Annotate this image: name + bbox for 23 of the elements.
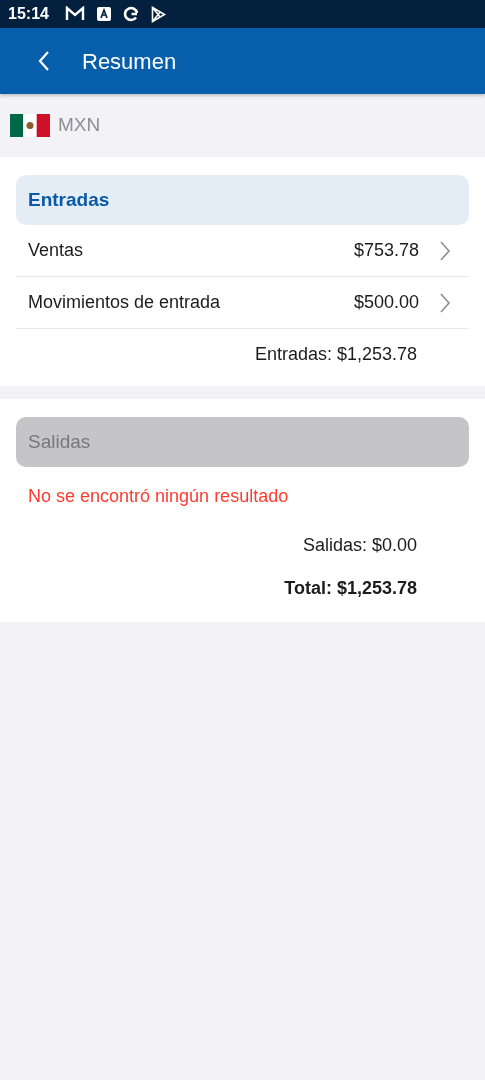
- back-icon[interactable]: [38, 51, 50, 71]
- mail-icon: [64, 6, 85, 22]
- empty-message: No se encontró ningún resultado: [27, 485, 290, 508]
- section-header: Entradas: [16, 175, 469, 225]
- subtotal-text: Entradas: $1,253.78: [253, 343, 418, 366]
- app-icon: [96, 7, 111, 21]
- status-time: 15:14: [8, 4, 49, 24]
- chevron-icon: [439, 292, 451, 313]
- logo-icon: [122, 6, 139, 22]
- subtotal-text: Salidas: $0.00: [301, 534, 418, 557]
- chevron-icon: [439, 240, 451, 261]
- item-amount: $753.78: [353, 239, 419, 262]
- total-text: Total: $1,253.78: [283, 577, 418, 600]
- play-store-icon: [150, 5, 166, 23]
- list-item[interactable]: Ventas $753.78: [16, 225, 469, 277]
- section-header: Salidas: [16, 417, 469, 467]
- currency-code: MXN: [58, 113, 101, 138]
- item-amount: $500.00: [353, 291, 419, 314]
- flag-icon: [10, 114, 50, 137]
- list-item[interactable]: Movimientos de entrada $500.00: [16, 277, 469, 329]
- screen-title: Resumen: [82, 47, 177, 76]
- item-label: Movimientos de entrada: [28, 291, 222, 314]
- item-label: Ventas: [28, 239, 85, 262]
